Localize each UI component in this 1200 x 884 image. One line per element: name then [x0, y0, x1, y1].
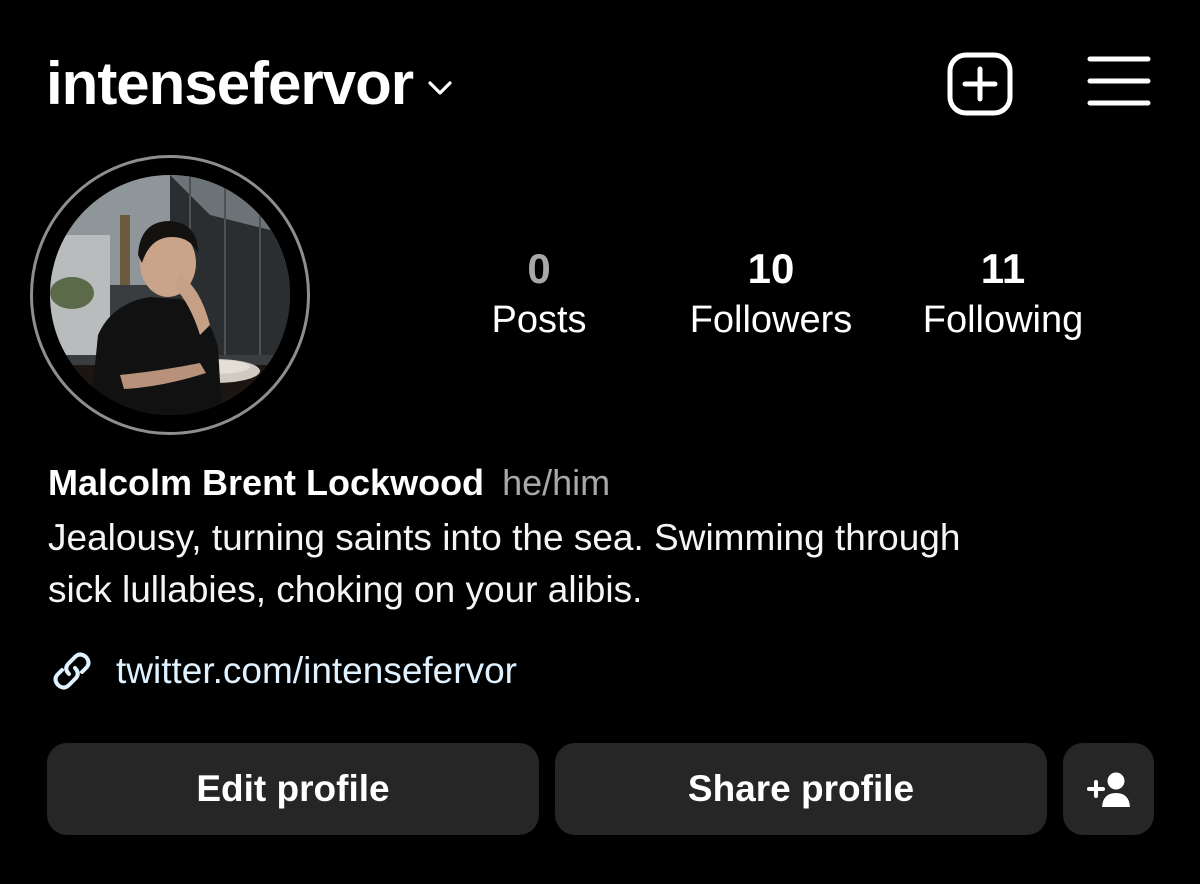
share-profile-button[interactable]: Share profile [555, 743, 1047, 835]
link-icon [53, 652, 91, 690]
stat-followers[interactable]: 10 Followers [666, 244, 876, 346]
posts-count: 0 [527, 245, 551, 292]
account-switcher[interactable]: intensefervor [46, 44, 455, 124]
plus-square-icon [947, 52, 1013, 116]
profile-photo [50, 175, 290, 415]
avatar-story-ring[interactable] [30, 155, 310, 435]
following-count: 11 [980, 245, 1026, 292]
username-title: intensefervor [46, 50, 414, 117]
full-name: Malcolm Brent Lockwood [48, 462, 485, 503]
menu-button[interactable] [1086, 54, 1152, 108]
name-line: Malcolm Brent Lockwood he/him [48, 458, 610, 508]
chevron-down-icon [428, 81, 452, 95]
bio-text: Jealousy, turning saints into the sea. S… [48, 512, 1148, 616]
create-button[interactable] [946, 52, 1014, 116]
pronouns: he/him [502, 462, 611, 503]
followers-label: Followers [689, 299, 853, 341]
edit-profile-button[interactable]: Edit profile [47, 743, 539, 835]
bio-line: Jealousy, turning saints into the sea. S… [48, 517, 961, 558]
top-bar: intensefervor [0, 0, 1200, 160]
followers-count: 10 [747, 245, 795, 292]
bio-link[interactable]: twitter.com/intensefervor [48, 644, 517, 698]
avatar [50, 175, 290, 415]
add-person-icon [1086, 772, 1130, 807]
stat-following[interactable]: 11 Following [898, 244, 1108, 346]
posts-label: Posts [491, 299, 587, 341]
link-url: twitter.com/intensefervor [116, 650, 517, 691]
stat-posts[interactable]: 0 Posts [434, 244, 644, 346]
bio-line: sick lullabies, choking on your alibis. [48, 569, 643, 610]
discover-people-button[interactable] [1063, 743, 1154, 835]
hamburger-menu-icon [1087, 56, 1151, 106]
following-label: Following [922, 299, 1084, 341]
